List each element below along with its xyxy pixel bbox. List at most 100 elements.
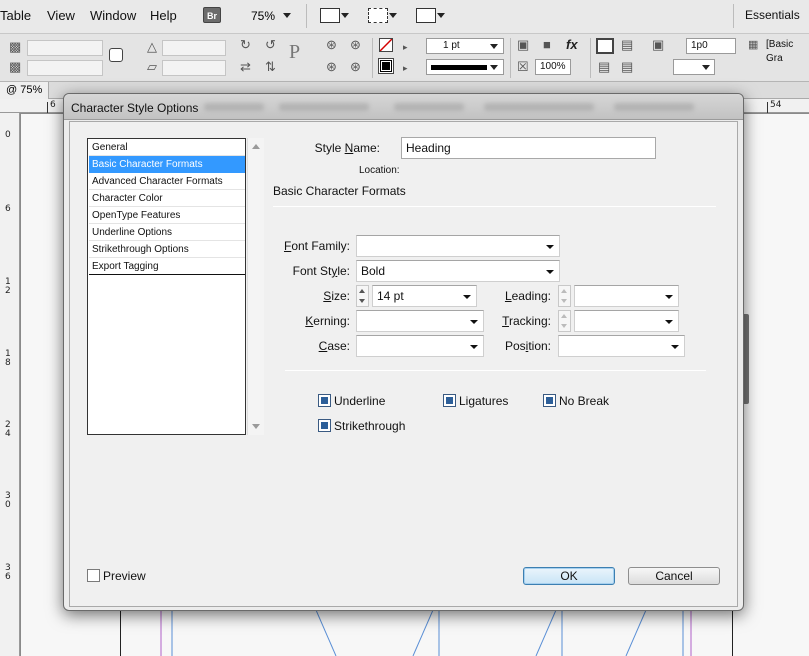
chevron-down-icon[interactable] xyxy=(490,44,498,49)
leading-label-accesskey: L xyxy=(504,289,512,303)
zoom-level[interactable]: 75% xyxy=(251,9,275,23)
category-general[interactable]: General xyxy=(89,139,245,156)
tracking-stepper[interactable] xyxy=(558,310,571,332)
style-name-input[interactable]: Heading xyxy=(401,137,656,159)
divider xyxy=(306,4,307,28)
no-break-checkbox[interactable] xyxy=(543,394,556,407)
chevron-down-icon[interactable] xyxy=(702,65,710,70)
frame-fitting-icon[interactable]: ▣ xyxy=(517,38,529,52)
category-strikethrough-options[interactable]: Strikethrough Options xyxy=(89,241,245,258)
category-basic-character-formats[interactable]: Basic Character Formats xyxy=(89,156,245,173)
flip-horizontal-icon[interactable]: ⇄ xyxy=(240,60,251,74)
tracking-dropdown[interactable] xyxy=(574,310,679,332)
paragraph-p-icon[interactable]: P xyxy=(289,42,300,62)
select-previous-icon[interactable]: ⊛ xyxy=(350,38,361,52)
select-content-icon[interactable]: ⊛ xyxy=(326,60,337,74)
ruler-label: 0 xyxy=(5,130,11,140)
opacity-icon: ☒ xyxy=(517,59,529,74)
style-name-label: Style Name: xyxy=(314,141,380,155)
menu-help[interactable]: Help xyxy=(150,8,177,23)
stroke-type-preview xyxy=(431,65,487,70)
ruler-label: 54 xyxy=(770,100,782,110)
text-wrap-none-icon[interactable] xyxy=(596,38,614,54)
rotation-field[interactable] xyxy=(162,40,226,56)
select-next-icon[interactable]: ⊛ xyxy=(350,60,361,74)
view-options-icon[interactable] xyxy=(320,8,340,23)
corner-shape-field[interactable] xyxy=(673,59,715,75)
select-container-icon[interactable]: ⊛ xyxy=(326,38,337,52)
offset-field[interactable]: 1p0 xyxy=(686,38,736,54)
opacity-field[interactable]: 100% xyxy=(535,59,571,75)
chevron-right-icon[interactable]: ▸ xyxy=(403,40,408,54)
drop-shadow-icon[interactable]: ■ xyxy=(543,38,551,52)
background-title-text xyxy=(204,103,264,111)
cancel-button[interactable]: Cancel xyxy=(628,567,720,585)
menu-table[interactable]: Table xyxy=(0,8,31,23)
text-wrap-object-icon[interactable]: ▤ xyxy=(598,60,610,74)
dialog-title-bar[interactable]: Character Style Options xyxy=(64,94,743,120)
strikethrough-label: Strikethrough xyxy=(334,419,406,433)
case-dropdown[interactable] xyxy=(356,335,484,357)
shear-field[interactable] xyxy=(162,60,226,76)
menu-view[interactable]: View xyxy=(47,8,75,23)
arrange-documents-icon[interactable] xyxy=(416,8,436,23)
zoom-dropdown-icon[interactable] xyxy=(283,13,291,18)
leading-stepper[interactable] xyxy=(558,285,571,307)
chevron-down-icon[interactable] xyxy=(490,65,498,70)
document-tab[interactable]: @ 75% xyxy=(0,82,50,99)
strikethrough-checkbox[interactable] xyxy=(318,419,331,432)
text-wrap-box-icon[interactable]: ▤ xyxy=(621,38,633,52)
scroll-down-icon[interactable] xyxy=(252,424,260,429)
size-stepper[interactable] xyxy=(356,285,369,307)
effects-fx-icon[interactable]: fx xyxy=(566,38,578,52)
kerning-dropdown[interactable] xyxy=(356,310,484,332)
flip-vertical-icon[interactable]: ⇅ xyxy=(265,60,276,74)
rotate-cw-icon[interactable]: ↻ xyxy=(240,38,251,52)
chevron-down-icon[interactable] xyxy=(389,13,397,18)
text-wrap-jump-icon[interactable]: ▤ xyxy=(621,60,633,74)
size-dropdown[interactable]: 14 pt xyxy=(372,285,477,307)
category-opentype-features[interactable]: OpenType Features xyxy=(89,207,245,224)
screen-mode-icon[interactable] xyxy=(368,8,388,23)
chevron-down-icon xyxy=(665,295,673,299)
stroke-type-field[interactable] xyxy=(426,59,504,75)
category-character-color[interactable]: Character Color xyxy=(89,190,245,207)
chevron-right-icon[interactable]: ▸ xyxy=(403,61,408,75)
position-dropdown[interactable] xyxy=(558,335,685,357)
stroke-swatch-icon[interactable] xyxy=(378,58,394,74)
stroke-weight-field[interactable]: 1 pt xyxy=(426,38,504,54)
leading-dropdown[interactable] xyxy=(574,285,679,307)
category-list-scrollbar[interactable] xyxy=(247,138,264,435)
ruler-label: 6 xyxy=(50,100,56,110)
x-position-field[interactable] xyxy=(27,40,103,56)
fill-swatch-none-icon[interactable] xyxy=(379,38,393,52)
font-style-dropdown[interactable]: Bold xyxy=(356,260,560,282)
category-advanced-character-formats[interactable]: Advanced Character Formats xyxy=(89,173,245,190)
ok-button[interactable]: OK xyxy=(523,567,615,585)
rotate-ccw-icon[interactable]: ↺ xyxy=(265,38,276,52)
underline-checkbox[interactable] xyxy=(318,394,331,407)
menu-window[interactable]: Window xyxy=(90,8,136,23)
chevron-down-icon[interactable] xyxy=(437,13,445,18)
category-list[interactable]: General Basic Character Formats Advanced… xyxy=(87,138,246,435)
preview-checkbox[interactable] xyxy=(87,569,100,582)
workspace-switcher[interactable]: Essentials xyxy=(745,8,800,22)
category-underline-options[interactable]: Underline Options xyxy=(89,224,245,241)
frame-options-icon[interactable]: ▣ xyxy=(652,38,664,52)
constrain-proportions-icon[interactable] xyxy=(109,48,123,62)
bridge-button[interactable]: Br xyxy=(203,7,221,23)
category-export-tagging[interactable]: Export Tagging xyxy=(89,258,245,275)
font-family-dropdown[interactable] xyxy=(356,235,560,257)
scroll-up-icon[interactable] xyxy=(252,144,260,149)
reference-point-icon[interactable]: ▩ xyxy=(9,40,21,54)
dialog-title: Character Style Options xyxy=(71,101,199,115)
tracking-label-accesskey: T xyxy=(502,314,509,328)
chevron-down-icon[interactable] xyxy=(341,13,349,18)
reference-point-icon[interactable]: ▩ xyxy=(9,60,21,74)
ligatures-checkbox[interactable] xyxy=(443,394,456,407)
section-title: Basic Character Formats xyxy=(273,184,406,198)
object-style-field[interactable]: [Basic Gra xyxy=(766,38,809,66)
underline-label: Underline xyxy=(334,394,386,408)
divider xyxy=(510,38,511,78)
y-position-field[interactable] xyxy=(27,60,103,76)
